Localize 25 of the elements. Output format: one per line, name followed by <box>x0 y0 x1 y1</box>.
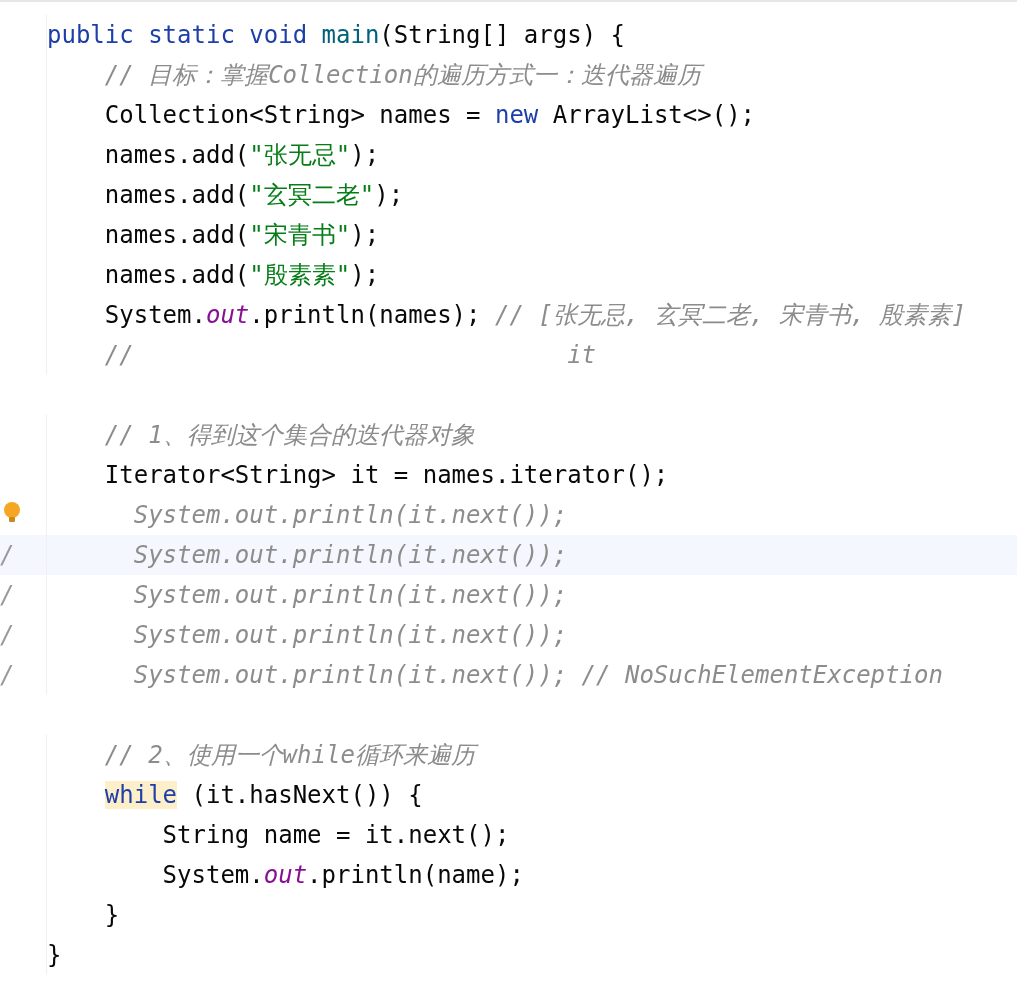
code-line: } <box>103 900 120 931</box>
code-line: // 1、得到这个集合的迭代器对象 <box>103 420 475 451</box>
code-line: names.add("宋青书"); <box>103 220 380 251</box>
gutter-comment-mark: / <box>0 661 15 689</box>
code-line: public static void main(String[] args) { <box>47 20 625 51</box>
code-line: names.add("玄冥二老"); <box>103 180 404 211</box>
code-line: } <box>47 940 62 971</box>
code-line: System.out.println(it.next()); <box>132 620 568 651</box>
gutter-comment-mark: / <box>0 541 15 569</box>
gutter-comment-mark: / <box>0 581 15 609</box>
code-line: System.out.println(it.next()); <box>132 540 568 571</box>
code-line: System.out.println(it.next()); <box>132 580 568 611</box>
code-line: System.out.println(name); <box>161 860 524 891</box>
code-line: names.add("张无忌"); <box>103 140 380 171</box>
code-line: String name = it.next(); <box>161 820 510 851</box>
code-line: names.add("殷素素"); <box>103 260 380 291</box>
gutter-comment-mark: / <box>0 621 15 649</box>
code-line: // it <box>103 340 597 371</box>
lightbulb-icon[interactable] <box>2 501 22 525</box>
code-line: System.out.println(it.next()); <box>132 500 568 531</box>
code-line: Iterator<String> it = names.iterator(); <box>103 460 669 491</box>
code-line: Collection<String> names = new ArrayList<>(); <box>103 100 756 131</box>
code-line: while (it.hasNext()) { <box>103 780 423 811</box>
code-line: System.out.println(names); // [张无忌, 玄冥二老, 宋青书, 殷素素] <box>103 300 966 331</box>
code-line: System.out.println(it.next()); // NoSuchElementException <box>132 660 943 691</box>
